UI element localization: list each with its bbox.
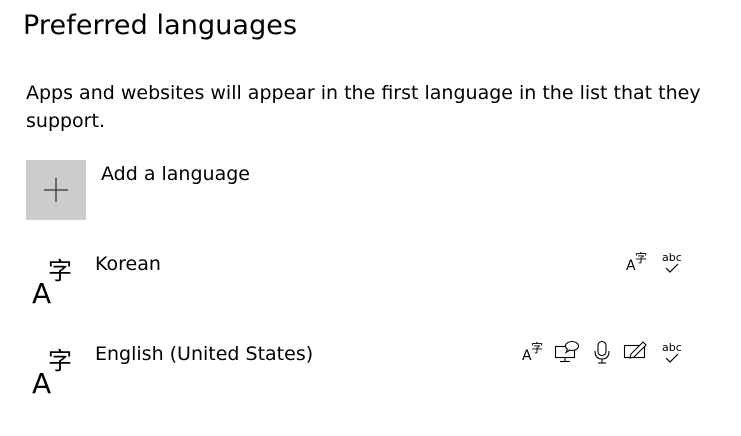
add-language-label: Add a language bbox=[101, 163, 250, 185]
spelling-icon: abc bbox=[662, 341, 682, 363]
svg-text:字: 字 bbox=[531, 340, 543, 355]
text-to-speech-icon bbox=[554, 340, 580, 363]
page-title: Preferred languages bbox=[23, 10, 298, 41]
svg-text:字: 字 bbox=[48, 257, 72, 285]
language-name: English (United States) bbox=[95, 343, 314, 365]
plus-icon bbox=[44, 178, 68, 202]
display-language-icon: A 字 bbox=[626, 250, 647, 274]
language-icon: A 字 bbox=[32, 347, 72, 395]
svg-text:字: 字 bbox=[635, 250, 647, 265]
svg-text:abc: abc bbox=[662, 251, 682, 264]
page-description: Apps and websites will appear in the fir… bbox=[26, 82, 701, 132]
language-item-korean[interactable]: A 字 Korean A 字 abc bbox=[26, 250, 706, 330]
add-language-button[interactable]: Add a language bbox=[26, 160, 326, 220]
speech-recognition-icon bbox=[594, 340, 610, 364]
display-language-icon: A 字 bbox=[522, 340, 543, 364]
language-name: Korean bbox=[95, 253, 161, 275]
handwriting-icon bbox=[623, 341, 647, 359]
svg-text:abc: abc bbox=[662, 341, 682, 354]
spelling-icon: abc bbox=[662, 251, 682, 273]
language-icon: A 字 bbox=[32, 257, 72, 305]
add-language-tile[interactable] bbox=[26, 160, 86, 220]
svg-text:字: 字 bbox=[48, 347, 72, 375]
language-item-english-united-states[interactable]: A 字 English (United States) A 字 abc bbox=[26, 340, 706, 420]
